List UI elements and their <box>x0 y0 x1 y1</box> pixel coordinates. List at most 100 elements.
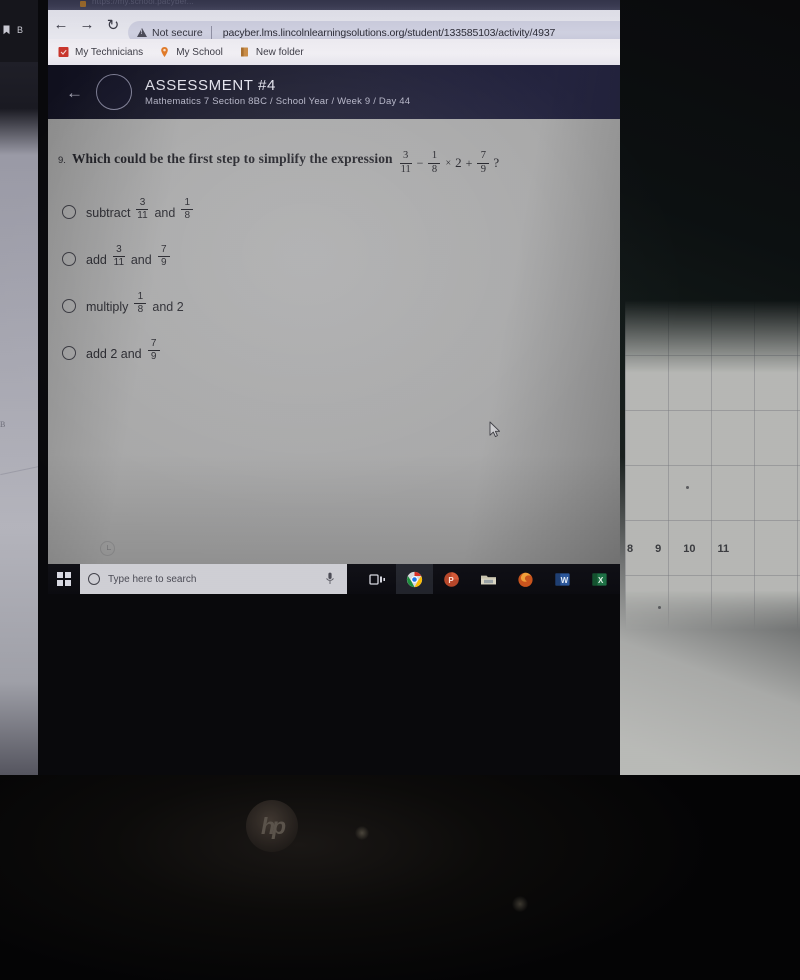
fraction-denominator: 8 <box>184 210 191 221</box>
radio-button-option-d[interactable] <box>62 346 76 360</box>
word-icon: W <box>555 572 570 586</box>
answer-option[interactable]: add 2 and 7 9 <box>62 335 620 382</box>
browser-tab-strip[interactable]: https://my.school.pacyber... <box>48 0 620 10</box>
search-input-placeholder[interactable]: Type here to search <box>108 574 196 585</box>
math-expression: 3 11−1 8 × 2 +7 9? <box>399 150 500 175</box>
avatar[interactable] <box>96 74 132 110</box>
fraction: 3 11 <box>112 245 125 268</box>
answer-option-label[interactable]: add 2 and 7 9 <box>86 339 161 365</box>
excel-icon: X <box>592 572 607 586</box>
fraction: 79 <box>147 339 160 362</box>
bookmarks-bar: My Technicians My School New folder <box>48 39 620 65</box>
answer-option[interactable]: add 3 11 and 7 9 <box>62 241 620 288</box>
bookmark-new-folder[interactable]: New folder <box>239 46 304 58</box>
bookmark-label[interactable]: My School <box>176 47 223 58</box>
tab-favicon <box>80 1 86 7</box>
answer-option[interactable]: subtract 3 11 and 1 8 <box>62 194 620 241</box>
fraction-numerator: 3 <box>139 197 146 208</box>
math-text: ? <box>493 155 500 170</box>
cortana-circle-icon[interactable] <box>88 573 100 585</box>
question-area: 9. Which could be the first step to simp… <box>48 119 620 382</box>
fraction-numerator: 7 <box>480 150 486 161</box>
arrow-left-icon: ← <box>53 16 69 33</box>
svg-text:P: P <box>448 576 454 585</box>
browser-tab-title[interactable]: https://my.school.pacyber... <box>92 0 194 6</box>
fraction: 18 <box>134 291 147 315</box>
taskbar-app-chrome[interactable] <box>396 564 433 594</box>
file-explorer-icon <box>481 575 496 584</box>
fraction-numerator: 3 <box>403 150 409 161</box>
fraction: 3 11 <box>399 150 412 175</box>
windows-start-icon <box>57 572 71 586</box>
lesson-back-button[interactable]: ← <box>66 84 83 101</box>
taskbar-app-icons: P W X <box>359 564 618 594</box>
laptop-deck <box>0 775 800 980</box>
photographed-laptop-scene: B B 8 9 10 11 https://my.school.pacyber.… <box>0 0 800 980</box>
radio-button-option-b[interactable] <box>62 252 76 266</box>
back-button[interactable]: ← <box>48 10 74 39</box>
math-operator: + <box>465 155 473 170</box>
bookmark-my-technicians[interactable]: My Technicians <box>58 46 143 58</box>
security-status-label[interactable]: Not secure <box>152 27 203 39</box>
question-number: 9. <box>58 155 66 166</box>
bookmark-my-school[interactable]: My School <box>159 46 223 58</box>
fraction-numerator: 1 <box>137 291 144 302</box>
microphone-icon[interactable] <box>326 572 334 585</box>
reload-button[interactable]: ↻ <box>100 10 126 39</box>
answer-option[interactable]: multiply 1 8 and 2 <box>62 288 620 335</box>
background-left-monitor: B B <box>0 0 40 775</box>
taskbar-app-excel[interactable]: X <box>581 564 618 594</box>
fraction-denominator: 9 <box>150 351 157 362</box>
taskbar-app-powerpoint[interactable]: P <box>433 564 470 594</box>
fraction: 18 <box>181 198 194 221</box>
answer-options-list: subtract 3 11 and 1 8 add 3 11 and 7 9 multiply 1 8 and… <box>48 180 620 382</box>
deck-reflection <box>355 826 369 840</box>
taskbar-app-word[interactable]: W <box>544 564 581 594</box>
math-operator: × <box>445 157 452 169</box>
question-prompt: Which could be the first step to simplif… <box>71 151 393 166</box>
graph-tick-label: 11 <box>717 543 730 555</box>
fraction-numerator: 7 <box>160 244 167 255</box>
start-button[interactable] <box>48 564 80 594</box>
math-operator: − <box>416 155 424 170</box>
fraction-denominator: 11 <box>137 210 148 221</box>
url-text[interactable]: pacyber.lms.lincolnlearningsolutions.org… <box>223 27 556 39</box>
math-text: add 2 and <box>86 346 142 361</box>
background-left-monitor-icons: B <box>3 22 37 38</box>
answer-option-label[interactable]: subtract 3 11 and 1 8 <box>86 197 194 224</box>
graph-tick-label: 10 <box>683 543 696 555</box>
graph-tick-label: 9 <box>655 543 662 555</box>
fraction-denominator: 11 <box>400 163 411 175</box>
radio-button-option-c[interactable] <box>62 299 76 313</box>
answer-option-label[interactable]: multiply 1 8 and 2 <box>86 291 184 318</box>
answer-option-label[interactable]: add 3 11 and 7 9 <box>86 244 171 271</box>
math-text: add <box>86 252 107 267</box>
fraction-denominator: 8 <box>137 304 144 315</box>
math-text: subtract <box>86 205 131 220</box>
assessment-page: ← ASSESSMENT #4 Mathematics 7 Section 8B… <box>48 65 620 564</box>
bookmark-label[interactable]: My Technicians <box>75 47 143 58</box>
taskbar-app-file-explorer[interactable] <box>470 564 507 594</box>
windows-taskbar: Type here to search P W X <box>48 564 620 594</box>
page-title: ASSESSMENT #4 <box>145 77 276 94</box>
fraction-denominator: 8 <box>431 163 438 175</box>
question-stem: 9. Which could be the first step to simp… <box>48 119 620 180</box>
taskbar-app-firefox[interactable] <box>507 564 544 594</box>
browser-toolbar: ← → ↻ Not secure pacyber.lms.lincolnlear… <box>48 10 620 44</box>
taskbar-app-task-view[interactable] <box>359 564 396 594</box>
graph-tick-label: 8 <box>627 543 634 555</box>
taskbar-search-box[interactable]: Type here to search <box>80 564 347 594</box>
bookmark-icon <box>3 25 10 35</box>
mouse-pointer-icon <box>489 421 501 438</box>
orange-pin-icon <box>161 47 168 57</box>
fraction-numerator: 1 <box>431 150 438 161</box>
breadcrumb: Mathematics 7 Section 8BC / School Year … <box>145 96 411 107</box>
background-graph-tick-labels: 8 9 10 11 <box>622 543 800 563</box>
background-graph <box>625 300 800 630</box>
bookmark-label[interactable]: New folder <box>256 47 304 58</box>
radio-button-option-a[interactable] <box>62 205 76 219</box>
math-text: and <box>130 252 152 267</box>
forward-button[interactable]: → <box>74 10 100 39</box>
task-view-icon <box>369 573 385 585</box>
folder-icon <box>240 47 248 57</box>
